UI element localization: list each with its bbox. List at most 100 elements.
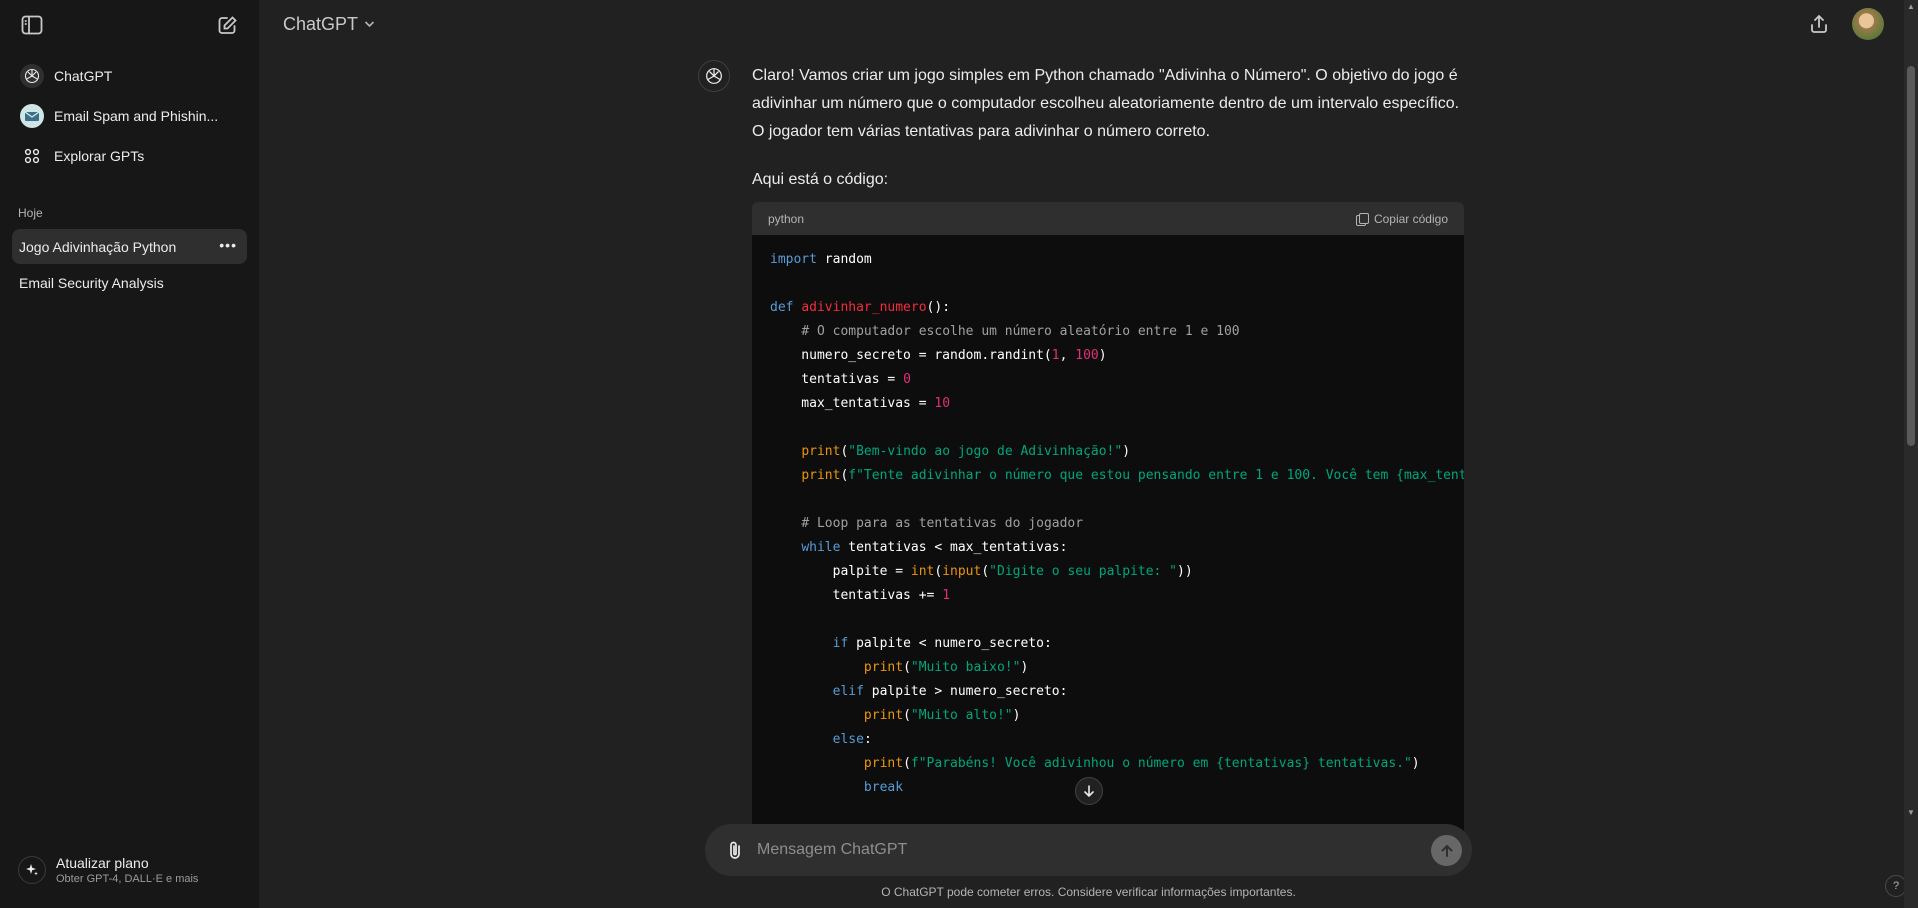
code-token: ) — [1012, 708, 1021, 723]
chat-item-email-security[interactable]: Email Security Analysis — [12, 265, 247, 300]
code-token: print — [801, 468, 841, 483]
message-input[interactable] — [757, 838, 1357, 862]
code-token: )) — [1177, 564, 1193, 579]
upgrade-text: Atualizar plano Obter GPT-4, DALL·E e ma… — [56, 855, 198, 885]
code-token: while — [801, 540, 841, 555]
paperclip-icon — [730, 841, 740, 859]
share-icon — [1811, 14, 1827, 33]
code-line: def adivinhar_numero(): — [770, 296, 1464, 320]
user-avatar[interactable] — [1852, 8, 1884, 40]
code-token: : — [863, 732, 872, 747]
page-scrollbar[interactable]: ▲ ▼ — [1904, 0, 1918, 908]
code-line: print(f"Tente adivinhar o número que est… — [770, 464, 1464, 488]
code-line: while tentativas < max_tentativas: — [770, 536, 1464, 560]
code-token: print — [863, 708, 904, 723]
code-token: 1 — [942, 588, 951, 603]
code-block: python Copiar código import random def ad… — [752, 202, 1464, 832]
chat-item-label: Jogo Adivinhação Python — [19, 238, 177, 255]
send-button[interactable] — [1431, 835, 1462, 866]
code-token: ( — [903, 708, 911, 723]
code-line: palpite = int(input("Digite o seu palpit… — [770, 560, 1464, 584]
chat-item-jogo-adivinhacao[interactable]: Jogo Adivinhação Python ••• — [12, 229, 247, 264]
sidebar-item-explore-gpts[interactable]: Explorar GPTs — [12, 136, 247, 176]
edit-icon — [218, 15, 237, 34]
code-token: tentativas = — [770, 372, 904, 387]
code-token: 100 — [1075, 348, 1099, 363]
code-token: print — [863, 660, 904, 675]
model-selector[interactable]: ChatGPT — [283, 14, 375, 35]
code-token: palpite > numero_secreto: — [863, 684, 1068, 699]
code-token: f"Parabéns! Você adivinhou o número em {… — [910, 756, 1412, 771]
code-token: "Muito alto!" — [910, 708, 1013, 723]
code-line: if palpite < numero_secreto: — [770, 632, 1464, 656]
code-token: , — [1059, 348, 1076, 363]
sidebar-toggle-icon — [21, 15, 43, 35]
code-token: elif — [832, 684, 864, 699]
code-token: int — [910, 564, 935, 579]
code-line: print(f"Parabéns! Você adivinhou o númer… — [770, 752, 1464, 776]
gpt-avatar-icon — [20, 104, 44, 128]
message-paragraph: Claro! Vamos criar um jogo simples em Py… — [752, 67, 1460, 140]
scroll-to-bottom-button[interactable] — [1075, 777, 1103, 805]
code-token: f"Tente adivinhar o número que estou pen… — [848, 468, 1464, 483]
sidebar-section-today: Hoje — [18, 206, 43, 220]
code-token: numero_secreto = random.randint( — [770, 348, 1052, 363]
code-token: 1 — [1051, 348, 1060, 363]
sidebar-item-chatgpt[interactable]: ChatGPT — [12, 56, 247, 96]
sidebar-header — [0, 0, 259, 50]
message-paragraph: Aqui está o código: — [752, 171, 889, 188]
share-button[interactable] — [1805, 10, 1833, 38]
code-line: max_tentativas = 10 — [770, 392, 1464, 416]
chat-history-list: Jogo Adivinhação Python ••• Email Securi… — [12, 229, 247, 301]
sidebar-item-label: Explorar GPTs — [54, 148, 145, 164]
scroll-up-arrow-icon[interactable]: ▲ — [1907, 2, 1915, 11]
sparkle-icon — [18, 856, 46, 884]
scrollbar-thumb[interactable] — [1907, 66, 1915, 446]
code-line: break — [770, 776, 1464, 800]
upgrade-title: Atualizar plano — [56, 855, 149, 871]
grid-icon — [20, 144, 44, 168]
copy-code-button[interactable]: Copiar código — [1355, 211, 1448, 226]
code-token: tentativas += — [770, 588, 943, 603]
code-token: tentativas < max_tentativas: — [840, 540, 1068, 555]
code-token: input — [942, 564, 982, 579]
scroll-down-arrow-icon[interactable]: ▼ — [1907, 808, 1915, 817]
new-chat-button[interactable] — [213, 11, 241, 39]
code-token: ) — [1122, 444, 1131, 459]
code-token: print — [801, 444, 841, 459]
assistant-avatar-icon — [698, 60, 730, 92]
upgrade-plan-button[interactable]: Atualizar plano Obter GPT-4, DALL·E e ma… — [18, 848, 248, 892]
chat-item-label: Email Security Analysis — [19, 274, 164, 291]
copy-code-label: Copiar código — [1373, 211, 1448, 226]
code-line: numero_secreto = random.randint(1, 100) — [770, 344, 1464, 368]
code-token: def — [770, 300, 794, 315]
code-token: ( — [981, 564, 990, 579]
code-token: ) — [1098, 348, 1107, 363]
more-options-icon[interactable]: ••• — [219, 237, 237, 253]
copy-icon — [1355, 212, 1369, 226]
code-token: # O computador escolhe um número aleatór… — [801, 324, 1240, 339]
code-token: "Digite o seu palpite: " — [989, 564, 1178, 579]
code-token: ) — [1411, 756, 1420, 771]
code-line: else: — [770, 728, 1464, 752]
code-line: elif palpite > numero_secreto: — [770, 680, 1464, 704]
model-name: ChatGPT — [283, 14, 359, 34]
attach-button[interactable] — [722, 837, 748, 863]
code-token: ) — [1020, 660, 1029, 675]
code-line: tentativas += 1 — [770, 584, 1464, 608]
code-token: if — [832, 636, 849, 651]
code-token: palpite < numero_secreto: — [848, 636, 1052, 651]
sidebar-item-email-spam-gpt[interactable]: Email Spam and Phishin... — [12, 96, 247, 136]
chevron-down-icon — [364, 19, 375, 31]
sidebar-item-label: Email Spam and Phishin... — [54, 108, 219, 124]
toggle-sidebar-button[interactable] — [18, 11, 46, 39]
